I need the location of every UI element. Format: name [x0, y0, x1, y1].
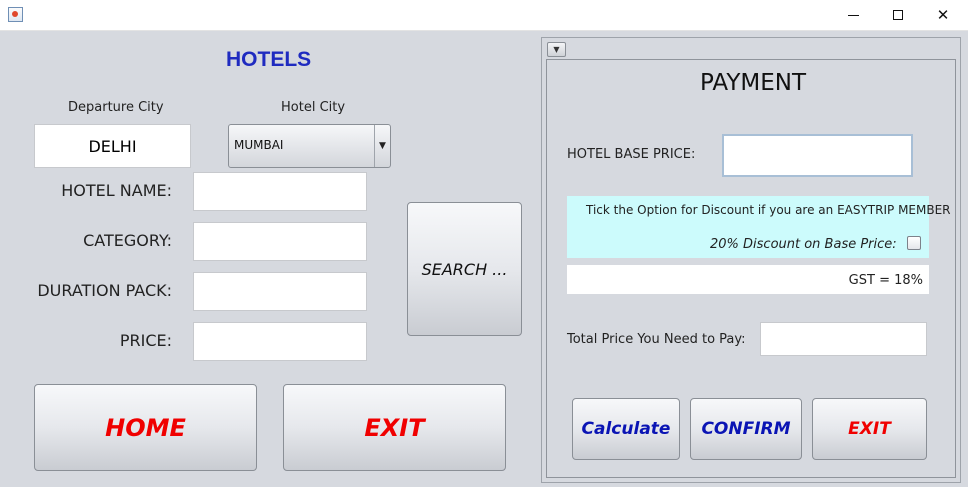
duration-pack-field[interactable] — [193, 272, 367, 311]
close-icon: ✕ — [936, 6, 950, 24]
home-button-label: HOME — [105, 413, 186, 442]
maximize-icon — [893, 10, 903, 20]
window-titlebar: ✕ — [0, 0, 968, 31]
collapse-icon[interactable]: ▼ — [547, 42, 566, 57]
departure-city-field[interactable]: DELHI — [34, 124, 191, 168]
departure-city-label: Departure City — [68, 100, 164, 115]
total-price-label: Total Price You Need to Pay: — [567, 332, 746, 347]
confirm-button[interactable]: CONFIRM — [690, 398, 802, 460]
calculate-button-label: Calculate — [581, 419, 671, 439]
dropdown-arrow-icon[interactable]: ▼ — [374, 125, 390, 167]
category-field[interactable] — [193, 222, 367, 261]
price-field[interactable] — [193, 322, 367, 361]
price-label: PRICE: — [119, 331, 172, 350]
payment-exit-button[interactable]: EXIT — [812, 398, 927, 460]
hotel-base-price-field[interactable] — [722, 134, 913, 177]
search-button-label: SEARCH ... — [421, 259, 508, 279]
exit-button[interactable]: EXIT — [283, 384, 506, 471]
search-button[interactable]: SEARCH ... — [407, 202, 522, 336]
hotel-city-value: MUMBAI — [234, 138, 284, 152]
payment-exit-button-label: EXIT — [848, 419, 891, 439]
gst-text: GST = 18% — [848, 273, 923, 288]
minimize-button[interactable] — [830, 0, 876, 30]
minimize-icon — [847, 14, 859, 16]
close-button[interactable]: ✕ — [920, 0, 966, 30]
hotel-city-label: Hotel City — [281, 100, 346, 115]
java-app-icon — [8, 7, 23, 22]
category-label: CATEGORY: — [83, 231, 172, 250]
payment-title: PAYMENT — [700, 70, 807, 96]
exit-button-label: EXIT — [364, 413, 425, 442]
hotel-base-price-label: HOTEL BASE PRICE: — [567, 147, 696, 162]
confirm-button-label: CONFIRM — [701, 419, 791, 439]
duration-pack-label: DURATION PACK: — [37, 281, 172, 300]
hotel-city-dropdown[interactable]: MUMBAI ▼ — [228, 124, 391, 168]
calculate-button[interactable]: Calculate — [572, 398, 680, 460]
hotel-name-field[interactable] — [193, 172, 367, 211]
total-price-field[interactable] — [760, 322, 927, 356]
hotels-title: HOTELS — [226, 48, 312, 71]
discount-panel: Tick the Option for Discount if you are … — [567, 196, 951, 258]
hotel-name-label: HOTEL NAME: — [61, 181, 172, 200]
discount-checkbox[interactable] — [907, 236, 921, 250]
home-button[interactable]: HOME — [34, 384, 257, 471]
departure-city-value: DELHI — [88, 136, 137, 156]
maximize-button[interactable] — [875, 0, 921, 30]
discount-note: Tick the Option for Discount if you are … — [586, 203, 951, 217]
gst-panel: GST = 18% — [567, 265, 929, 294]
discount-label: 20% Discount on Base Price: — [710, 237, 897, 252]
